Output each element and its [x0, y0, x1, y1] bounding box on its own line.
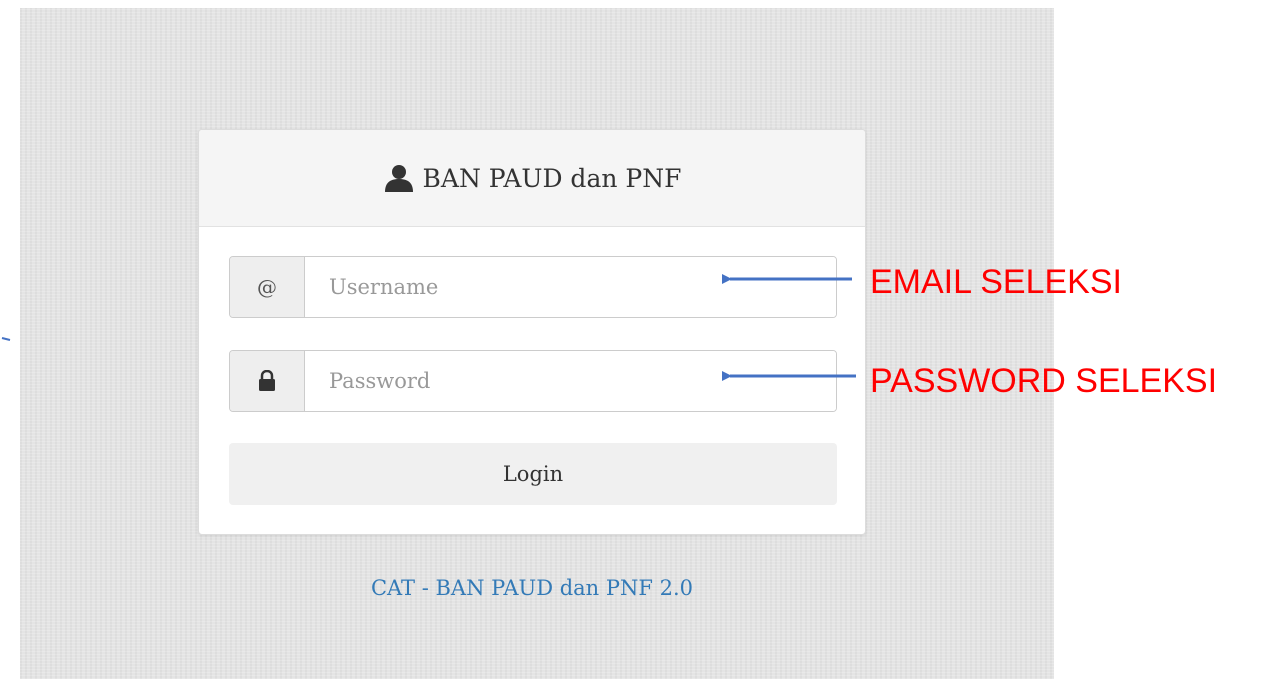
email-annotation: EMAIL SELEKSI — [870, 263, 1122, 301]
password-annotation: PASSWORD SELEKSI — [870, 362, 1218, 400]
annotation-arrows — [1, 274, 856, 381]
edge-mark — [1, 337, 11, 341]
page: BAN PAUD dan PNF @ Login CAT - BAN PAUD … — [0, 0, 1268, 679]
